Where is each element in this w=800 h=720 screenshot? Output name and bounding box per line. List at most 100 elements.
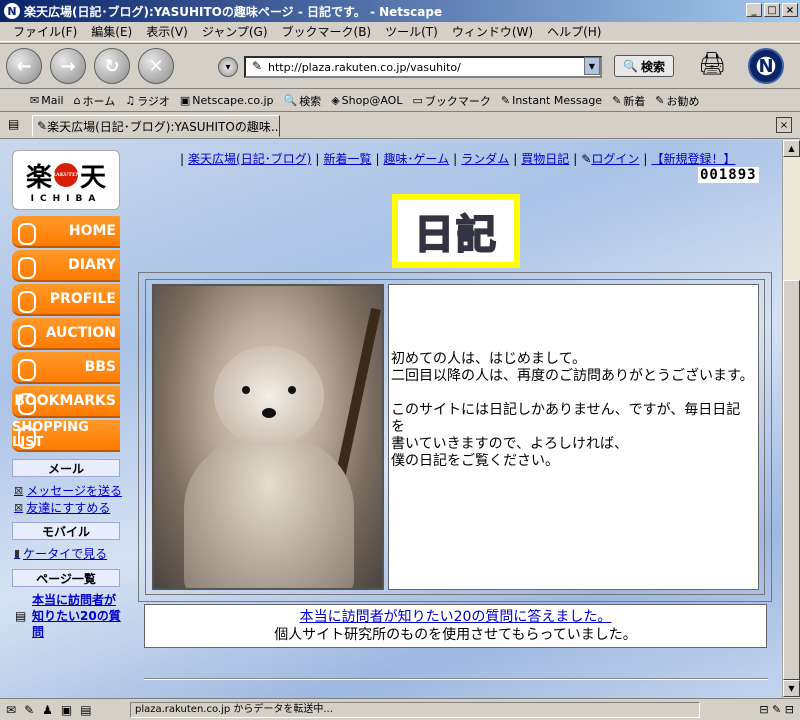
diary-banner: 日記	[392, 194, 520, 268]
intro-text-cell: 初めての人は、はじめまして。 二回目以降の人は、再度のご訪問ありがとうございます…	[388, 284, 759, 590]
envelope-icon: ⊠	[14, 501, 24, 514]
composer-icon[interactable]: ✎	[24, 703, 34, 717]
questions-page-link[interactable]: 本当に訪問者が知りたい20の質問	[32, 592, 122, 640]
window-title: 楽天広場(日記･ブログ):YASUHITOの趣味ページ - 日記です。 - Ne…	[24, 4, 443, 19]
questions-box: 本当に訪問者が知りたい20の質問に答えました。 個人サイト研究所のものを使用させ…	[144, 604, 767, 648]
back-button[interactable]: ←	[6, 48, 42, 84]
auction-button[interactable]: AUCTION	[12, 318, 120, 350]
top-link-hobby[interactable]: 趣味･ゲーム	[384, 152, 450, 166]
aol-icon: ◈	[331, 94, 340, 107]
access-counter: 001893	[698, 167, 759, 183]
top-link-shopping-diary[interactable]: 買物日記	[521, 152, 569, 166]
home-button[interactable]: HOME	[12, 216, 120, 248]
maximize-button[interactable]: □	[764, 3, 780, 17]
menu-window[interactable]: ウィンドウ(W)	[445, 23, 540, 40]
scroll-up-icon[interactable]: ▲	[783, 140, 800, 157]
page-list-heading: ページ一覧	[12, 569, 120, 587]
link-icon: ✎	[655, 94, 665, 107]
ptool-bookmarks[interactable]: ▭ ブックマーク	[412, 93, 490, 109]
netscape-throbber-icon[interactable]: N	[748, 48, 784, 84]
questions-note: 個人サイト研究所のものを使用させてもらっていました。	[274, 627, 637, 643]
divider	[144, 678, 768, 680]
envelope-icon: ⊠	[14, 484, 24, 497]
questions-answer-link[interactable]: 本当に訪問者が知りたい20の質問に答えました。	[300, 609, 612, 625]
menu-edit[interactable]: 編集(E)	[84, 23, 139, 40]
url-input[interactable]	[244, 56, 602, 78]
page-list-icon: ▤	[15, 609, 27, 623]
tab-bar: ▤ ✎ 楽天広場(日記･ブログ):YASUHITOの趣味... ×	[0, 113, 800, 139]
status-bar: ✉ ✎ ♟ ▣ ▤ plaza.rakuten.co.jp からデータを転送中.…	[0, 698, 800, 720]
bookmarks-button[interactable]: BOOKMARKS	[12, 386, 120, 418]
url-dropdown-button[interactable]: ▼	[584, 57, 600, 75]
home-icon: ⌂	[73, 94, 81, 107]
search-icon: 🔍	[623, 59, 638, 73]
link-icon: ✎	[500, 94, 511, 107]
diary-button[interactable]: DIARY	[12, 250, 120, 282]
bookmark-page-icon[interactable]: ✎	[252, 59, 262, 73]
ptool-radio[interactable]: ♫ ラジオ	[125, 93, 170, 109]
minimize-button[interactable]: _	[746, 3, 762, 17]
ptool-search[interactable]: 🔍 検索	[283, 93, 321, 109]
rakuten-logo[interactable]: 楽 RAKUTEN 天 ICHIBA	[12, 150, 120, 210]
menu-bar: ファイル(F) 編集(E) 表示(V) ジャンプ(G) ブックマーク(B) ツー…	[0, 22, 800, 42]
shopping-list-button[interactable]: SHOPPING LIST	[12, 420, 120, 452]
menu-help[interactable]: ヘルプ(H)	[540, 23, 608, 40]
tab-active[interactable]: ✎ 楽天広場(日記･ブログ):YASUHITOの趣味...	[32, 115, 280, 137]
mail-status-icon[interactable]: ✉	[6, 703, 16, 717]
profile-button[interactable]: PROFILE	[12, 284, 120, 316]
menu-tools[interactable]: ツール(T)	[378, 23, 445, 40]
ptool-recommend[interactable]: ✎ お勧め	[655, 93, 699, 109]
link-icon: ✎	[612, 94, 622, 107]
mobile-view-link[interactable]: ▮ ケータイで見る	[14, 545, 107, 562]
sidebar-toggle-icon[interactable]: ▤	[8, 117, 19, 131]
scroll-thumb[interactable]	[783, 280, 800, 680]
title-bar: N 楽天広場(日記･ブログ):YASUHITOの趣味ページ - 日記です。 - …	[0, 0, 800, 22]
stop-button[interactable]: ✕	[138, 48, 174, 84]
mail-icon: ✉	[30, 94, 40, 107]
page-info-icon[interactable]: ▾	[218, 57, 238, 77]
top-nav-links: | 楽天広場(日記･ブログ) | 新着一覧 | 趣味･ゲーム | ランダム | 買物日記 | ✎ログイ…	[180, 152, 736, 166]
top-link-new[interactable]: 新着一覧	[323, 152, 371, 166]
ptool-instant-message[interactable]: ✎ Instant Message	[501, 94, 602, 107]
headphones-icon: ♫	[125, 94, 136, 107]
ptool-netscape[interactable]: ▣ Netscape.co.jp	[180, 94, 274, 107]
close-window-button[interactable]: ×	[782, 3, 798, 17]
send-message-link[interactable]: ⊠ メッセージを送る	[14, 482, 122, 499]
ptool-shop[interactable]: ◈ Shop@AOL	[331, 94, 402, 107]
recommend-friend-link[interactable]: ⊠ 友達にすすめる	[14, 499, 110, 516]
vertical-scrollbar[interactable]: ▲ ▼	[782, 140, 800, 698]
folder-icon: ▭	[412, 94, 423, 107]
menu-go[interactable]: ジャンプ(G)	[195, 23, 275, 40]
ptool-home[interactable]: ⌂ ホーム	[74, 93, 116, 109]
bookmark-status-icon[interactable]: ▤	[80, 703, 91, 717]
netscape-app-icon: N	[4, 3, 20, 19]
ptool-mail[interactable]: ✉ Mail	[30, 94, 64, 107]
search-button[interactable]: 🔍 検索	[614, 55, 674, 77]
top-link-plaza[interactable]: 楽天広場(日記･ブログ)	[188, 152, 311, 166]
status-text: plaza.rakuten.co.jp からデータを転送中...	[130, 702, 700, 718]
personal-toolbar: ✉ Mail ⌂ ホーム ♫ ラジオ ▣ Netscape.co.jp 🔍 検索 ◈ Sho…	[0, 90, 800, 112]
scroll-down-icon[interactable]: ▼	[783, 680, 800, 697]
pencil-icon: ✎	[581, 152, 592, 166]
forward-button[interactable]: →	[50, 48, 86, 84]
menu-file[interactable]: ファイル(F)	[6, 23, 84, 40]
top-link-login[interactable]: ログイン	[591, 152, 639, 166]
address-book-icon[interactable]: ▣	[61, 703, 72, 717]
reload-button[interactable]: ↻	[94, 48, 130, 84]
top-link-random[interactable]: ランダム	[461, 152, 509, 166]
aim-icon[interactable]: ♟	[42, 703, 53, 717]
dog-photo	[152, 284, 384, 590]
bbs-button[interactable]: BBS	[12, 352, 120, 384]
page-content: 楽 RAKUTEN 天 ICHIBA HOME DIARY PROFILE AUCT…	[0, 140, 782, 698]
phone-icon: ▮	[14, 547, 21, 560]
mobile-heading: モバイル	[12, 522, 120, 540]
print-icon[interactable]: 🖨	[698, 52, 726, 77]
close-tab-button[interactable]: ×	[776, 117, 792, 133]
ptool-new[interactable]: ✎ 新着	[612, 93, 645, 109]
menu-bookmarks[interactable]: ブックマーク(B)	[275, 23, 379, 40]
intro-text: 初めての人は、はじめまして。 二回目以降の人は、再度のご訪問ありがとうございます…	[391, 351, 754, 469]
top-link-register[interactable]: 【新規登録！】	[651, 152, 735, 166]
navigation-toolbar: ← → ↻ ✕ ▾ ✎ ▼ 🔍検索 🖨	[0, 43, 800, 89]
security-lock-icon: ⊟ ✎ ⊟	[759, 703, 794, 716]
menu-view[interactable]: 表示(V)	[139, 23, 195, 40]
